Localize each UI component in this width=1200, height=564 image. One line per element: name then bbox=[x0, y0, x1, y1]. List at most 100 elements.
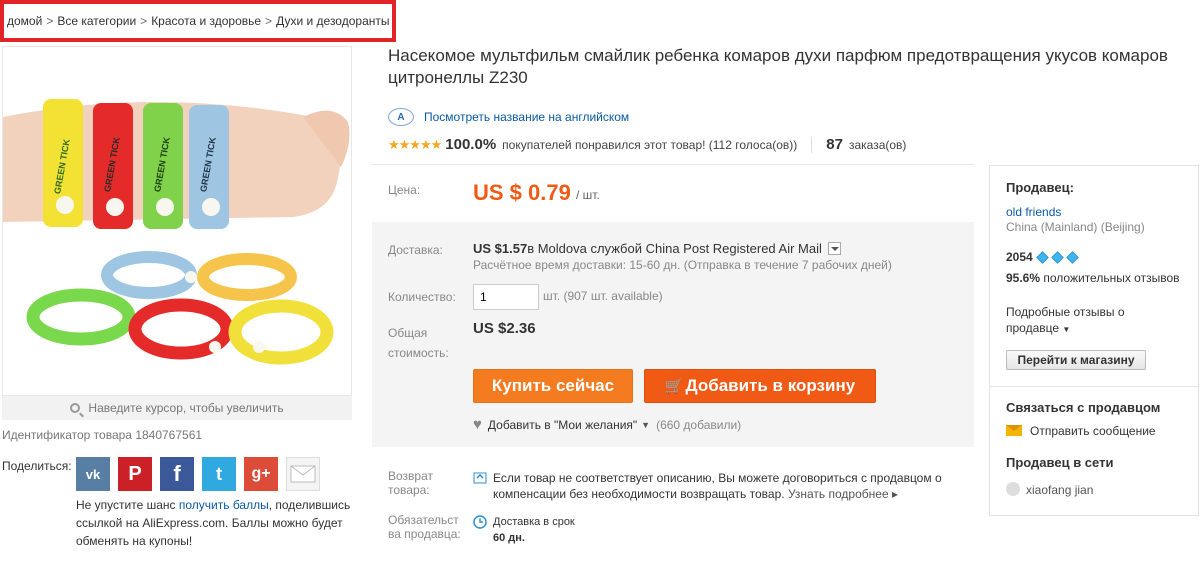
mail-icon[interactable] bbox=[286, 457, 320, 491]
shipping-time: Расчётное время доставки: 15-60 дн. (Отп… bbox=[473, 258, 892, 272]
magnifier-icon bbox=[70, 403, 81, 413]
seller-obligations-label: Обязательст ва продавца: bbox=[388, 513, 461, 541]
product-image[interactable]: GREEN TICK GREEN TICK GREEN TICK GREEN T… bbox=[2, 46, 352, 396]
online-user-name[interactable]: xiaofang jian bbox=[1026, 483, 1093, 497]
product-id-label: Идентификатор товара bbox=[2, 428, 132, 442]
breadcrumb-perfume-deodorants[interactable]: Духи и дезодоранты bbox=[276, 14, 389, 28]
zoom-hint: Наведите курсор, чтобы увеличить bbox=[2, 396, 352, 420]
seller-detail-link[interactable]: Подробные отзывы о продавце ▼ bbox=[1006, 304, 1146, 338]
product-title: Насекомое мультфильм смайлик ребенка ком… bbox=[388, 46, 1168, 87]
diamond-icon bbox=[1050, 250, 1064, 264]
product-id: Идентификатор товара 1840767561 bbox=[2, 428, 202, 442]
breadcrumb-separator: > bbox=[265, 14, 273, 28]
buy-now-button[interactable]: Купить сейчас bbox=[473, 369, 633, 403]
facebook-icon[interactable]: f bbox=[160, 457, 194, 491]
divider bbox=[372, 164, 974, 165]
wishlist-count: (660 добавили) bbox=[656, 417, 742, 432]
seller-heading: Продавец: bbox=[1006, 180, 1074, 195]
orders-count: 87 bbox=[826, 136, 843, 153]
rating-percent: 100.0% bbox=[445, 136, 497, 153]
shipping-dropdown-icon[interactable] bbox=[827, 242, 841, 255]
total-label-line: Общая bbox=[388, 326, 428, 340]
avatar bbox=[1006, 482, 1020, 496]
seller-positive-pct: 95.6% bbox=[1006, 271, 1041, 285]
price-label: Цена: bbox=[388, 183, 421, 197]
seller-positive-text: положительных отзывов bbox=[1043, 271, 1180, 285]
breadcrumb-home[interactable]: домой bbox=[7, 14, 42, 28]
quantity-input[interactable] bbox=[473, 284, 539, 310]
product-photo: GREEN TICK GREEN TICK GREEN TICK GREEN T… bbox=[3, 99, 350, 365]
wishlist-label[interactable]: Добавить в "Мои желания" bbox=[488, 418, 637, 432]
orders-label: заказа(ов) bbox=[848, 137, 907, 152]
return-text-block: Если товар не соответствует описанию, Вы… bbox=[493, 470, 953, 502]
go-to-store-button[interactable]: Перейти к магазину bbox=[1006, 350, 1146, 370]
diamond-icon bbox=[1065, 250, 1079, 264]
share-label: Поделиться: bbox=[2, 459, 72, 473]
total-label: Общая стоимость: bbox=[388, 323, 449, 363]
breadcrumb-all-categories[interactable]: Все категории bbox=[57, 14, 136, 28]
online-heading: Продавец в сети bbox=[1006, 455, 1114, 470]
send-message-label[interactable]: Отправить сообщение bbox=[1030, 424, 1156, 438]
zoom-hint-text: Наведите курсор, чтобы увеличить bbox=[88, 401, 284, 415]
price-unit: / шт. bbox=[576, 188, 600, 202]
return-label: Возврат товара: bbox=[388, 469, 433, 497]
google-plus-icon[interactable]: g+ bbox=[244, 457, 278, 491]
wishlist-link[interactable]: ♥ Добавить в "Мои желания" ▼ (660 добави… bbox=[473, 416, 741, 433]
cart-icon: 🛒 bbox=[664, 378, 684, 395]
total-label-line: стоимость: bbox=[388, 346, 449, 360]
online-user[interactable]: xiaofang jian bbox=[1006, 482, 1093, 497]
seller-obligations-line: Обязательст bbox=[388, 513, 459, 527]
shipping-cost: US $1.57 bbox=[473, 241, 528, 256]
shipping-line: US $1.57 в Moldova службой China Post Re… bbox=[473, 241, 841, 256]
seller-obligations-line: ва продавца: bbox=[388, 527, 461, 541]
breadcrumb-beauty-health[interactable]: Красота и здоровье bbox=[151, 14, 261, 28]
divider bbox=[990, 386, 1198, 387]
breadcrumb-separator: > bbox=[140, 14, 148, 28]
delivery-text: Доставка в срок bbox=[493, 516, 575, 528]
breadcrumb-separator: > bbox=[46, 14, 54, 28]
get-points-link[interactable]: получить баллы bbox=[179, 498, 269, 512]
star-rating-icon: ★★★★★ bbox=[388, 136, 442, 152]
delivery-text-block: Доставка в срок 60 дн. bbox=[493, 514, 575, 546]
seller-score: 2054 bbox=[1006, 250, 1079, 264]
vk-icon[interactable]: vk bbox=[76, 457, 110, 491]
translate-link[interactable]: A Посмотреть название на английском bbox=[388, 108, 629, 126]
quantity-note: шт. (907 шт. available) bbox=[543, 289, 663, 303]
return-label-line: товара: bbox=[388, 483, 430, 497]
translate-link-text[interactable]: Посмотреть название на английском bbox=[424, 110, 629, 124]
delivery-days: 60 дн. bbox=[493, 532, 525, 544]
quantity-label: Количество: bbox=[388, 290, 456, 304]
divider bbox=[811, 136, 813, 153]
send-message-link[interactable]: Отправить сообщение bbox=[1006, 424, 1156, 438]
add-to-cart-button[interactable]: 🛒 Добавить в корзину bbox=[644, 369, 876, 403]
share-note-text: Не упустите шанс bbox=[76, 498, 179, 512]
learn-more-link[interactable]: Узнать подробнее ▸ bbox=[788, 487, 898, 501]
price-value: US $ 0.79 bbox=[473, 180, 571, 205]
return-label-line: Возврат bbox=[388, 469, 433, 483]
total-value: US $2.36 bbox=[473, 320, 536, 337]
contact-heading: Связаться с продавцом bbox=[1006, 400, 1161, 415]
share-note: Не упустите шанс получить баллы, поделив… bbox=[76, 496, 358, 550]
heart-icon: ♥ bbox=[473, 416, 482, 433]
pinterest-icon[interactable]: P bbox=[118, 457, 152, 491]
chevron-down-icon[interactable]: ▼ bbox=[641, 420, 650, 430]
seller-positive: 95.6% положительных отзывов bbox=[1006, 270, 1186, 286]
seller-score-value: 2054 bbox=[1006, 250, 1033, 264]
return-icon bbox=[473, 472, 487, 484]
shipping-desc: в Moldova службой China Post Registered … bbox=[527, 241, 822, 256]
twitter-icon[interactable]: t bbox=[202, 457, 236, 491]
diamond-icon bbox=[1035, 250, 1049, 264]
add-to-cart-label: Добавить в корзину bbox=[685, 376, 856, 395]
seller-card: Продавец: old friends China (Mainland) (… bbox=[989, 165, 1199, 516]
breadcrumb: домой > Все категории > Красота и здоровье > Д… bbox=[0, 0, 396, 42]
share-icons: vk P f t g+ bbox=[76, 457, 320, 491]
rating-text[interactable]: покупателей понравился этот товар! (112 … bbox=[502, 138, 797, 152]
seller-location: China (Mainland) (Beijing) bbox=[1006, 220, 1145, 234]
seller-name-link[interactable]: old friends bbox=[1006, 205, 1061, 219]
product-id-value: 1840767561 bbox=[135, 428, 203, 442]
translate-icon: A bbox=[388, 108, 414, 126]
shipping-label: Доставка: bbox=[388, 243, 443, 257]
envelope-icon bbox=[1006, 425, 1022, 436]
delivery-guarantee: Доставка в срок 60 дн. bbox=[473, 514, 575, 546]
chevron-down-icon[interactable]: ▼ bbox=[1062, 325, 1070, 334]
